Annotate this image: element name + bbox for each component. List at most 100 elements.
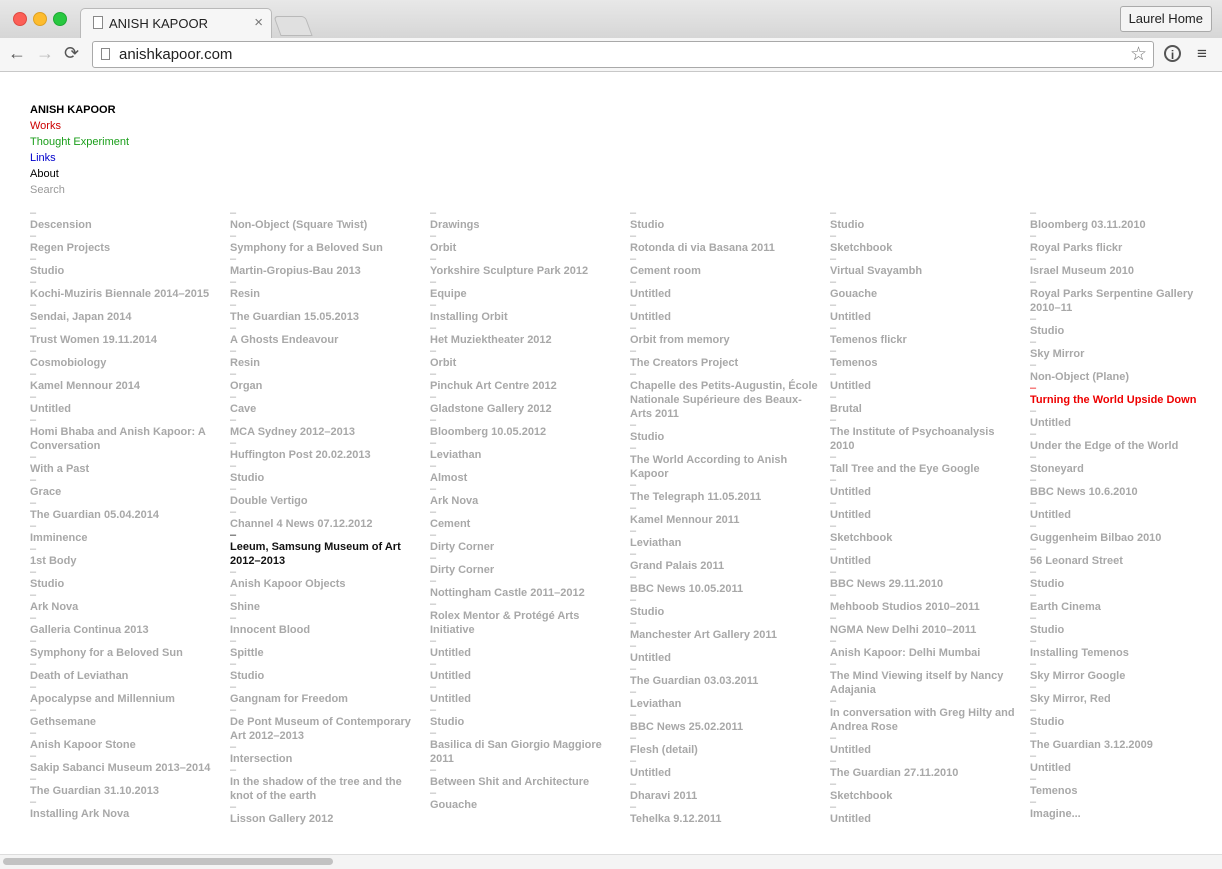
work-link[interactable]: Rolex Mentor & Protégé Arts Initiative bbox=[430, 609, 620, 637]
work-link[interactable]: Untitled bbox=[630, 766, 820, 780]
work-entry[interactable]: – Death of Leviathan bbox=[30, 659, 220, 683]
work-link[interactable]: Temenos flickr bbox=[830, 333, 1020, 347]
work-entry[interactable]: – Studio bbox=[1030, 314, 1205, 338]
work-entry[interactable]: – Regen Projects bbox=[30, 231, 220, 255]
work-entry[interactable]: – Anish Kapoor Objects bbox=[230, 567, 420, 591]
work-entry[interactable]: – Untitled bbox=[830, 733, 1020, 757]
work-link[interactable]: Drawings bbox=[430, 218, 620, 232]
work-entry[interactable]: – Orbit bbox=[430, 231, 620, 255]
work-entry[interactable]: – Apocalypse and Millennium bbox=[30, 682, 220, 706]
work-link[interactable]: Bloomberg 10.05.2012 bbox=[430, 425, 620, 439]
work-link[interactable]: Resin bbox=[230, 356, 420, 370]
work-link[interactable]: Leviathan bbox=[430, 448, 620, 462]
work-entry[interactable]: – Resin bbox=[230, 277, 420, 301]
work-link[interactable]: Dharavi 2011 bbox=[630, 789, 820, 803]
work-link[interactable]: Anish Kapoor Stone bbox=[30, 738, 220, 752]
work-entry[interactable]: – Brutal bbox=[830, 392, 1020, 416]
forward-icon[interactable]: → bbox=[36, 43, 54, 64]
work-link[interactable]: The World According to Anish Kapoor bbox=[630, 453, 820, 481]
work-link[interactable]: NGMA New Delhi 2010–2011 bbox=[830, 623, 1020, 637]
work-link[interactable]: De Pont Museum of Contemporary Art 2012–… bbox=[230, 715, 420, 743]
work-link[interactable]: Cosmobiology bbox=[30, 356, 220, 370]
work-link[interactable]: Symphony for a Beloved Sun bbox=[230, 241, 420, 255]
work-entry[interactable]: – NGMA New Delhi 2010–2011 bbox=[830, 613, 1020, 637]
work-entry[interactable]: – Sky Mirror Google bbox=[1030, 659, 1205, 683]
work-entry[interactable]: – Grace bbox=[30, 475, 220, 499]
work-link[interactable]: Rotonda di via Basana 2011 bbox=[630, 241, 820, 255]
work-entry[interactable]: – Untitled bbox=[830, 300, 1020, 324]
work-entry[interactable]: – Anish Kapoor: Delhi Mumbai bbox=[830, 636, 1020, 660]
work-entry[interactable]: – Basilica di San Giorgio Maggiore 2011 bbox=[430, 728, 620, 766]
work-link[interactable]: Orbit from memory bbox=[630, 333, 820, 347]
work-entry[interactable]: – Non-Object (Square Twist) bbox=[230, 208, 420, 232]
work-entry[interactable]: – Pinchuk Art Centre 2012 bbox=[430, 369, 620, 393]
work-link[interactable]: Flesh (detail) bbox=[630, 743, 820, 757]
work-entry[interactable]: – Anish Kapoor Stone bbox=[30, 728, 220, 752]
work-entry[interactable]: – De Pont Museum of Contemporary Art 2012… bbox=[230, 705, 420, 743]
work-entry[interactable]: – Ark Nova bbox=[30, 590, 220, 614]
work-entry[interactable]: – Studio bbox=[630, 208, 820, 232]
work-entry[interactable]: – Dharavi 2011 bbox=[630, 779, 820, 803]
work-entry[interactable]: – Tall Tree and the Eye Google bbox=[830, 452, 1020, 476]
work-link[interactable]: Untitled bbox=[830, 508, 1020, 522]
work-link[interactable]: Studio bbox=[430, 715, 620, 729]
work-entry[interactable]: – The World According to Anish Kapoor bbox=[630, 443, 820, 481]
browser-tab[interactable]: ANISH KAPOOR × bbox=[80, 8, 272, 38]
work-link[interactable]: Ark Nova bbox=[430, 494, 620, 508]
work-entry[interactable]: – Dirty Corner bbox=[430, 530, 620, 554]
work-link[interactable]: Guggenheim Bilbao 2010 bbox=[1030, 531, 1205, 545]
info-icon[interactable]: i bbox=[1164, 45, 1181, 62]
work-link[interactable]: MCA Sydney 2012–2013 bbox=[230, 425, 420, 439]
work-link[interactable]: Organ bbox=[230, 379, 420, 393]
work-entry[interactable]: – Spittle bbox=[230, 636, 420, 660]
work-link[interactable]: Trust Women 19.11.2014 bbox=[30, 333, 220, 347]
work-entry[interactable]: – Untitled bbox=[830, 802, 1020, 826]
work-entry[interactable]: – Studio bbox=[1030, 613, 1205, 637]
work-link[interactable]: Huffington Post 20.02.2013 bbox=[230, 448, 420, 462]
work-entry[interactable]: – The Guardian 27.11.2010 bbox=[830, 756, 1020, 780]
work-link[interactable]: Studio bbox=[1030, 324, 1205, 338]
work-link[interactable]: Untitled bbox=[430, 692, 620, 706]
work-link[interactable]: In the shadow of the tree and the knot o… bbox=[230, 775, 420, 803]
work-link[interactable]: Studio bbox=[230, 669, 420, 683]
work-entry[interactable]: – Untitled bbox=[1030, 406, 1205, 430]
work-entry[interactable]: – Leviathan bbox=[630, 526, 820, 550]
work-link[interactable]: Sky Mirror bbox=[1030, 347, 1205, 361]
work-link[interactable]: Cave bbox=[230, 402, 420, 416]
work-link[interactable]: Dirty Corner bbox=[430, 563, 620, 577]
work-link[interactable]: Temenos bbox=[830, 356, 1020, 370]
work-entry[interactable]: – Nottingham Castle 2011–2012 bbox=[430, 576, 620, 600]
work-link[interactable]: Symphony for a Beloved Sun bbox=[30, 646, 220, 660]
work-entry[interactable]: – Huffington Post 20.02.2013 bbox=[230, 438, 420, 462]
work-entry[interactable]: – Cement bbox=[430, 507, 620, 531]
work-link[interactable]: The Creators Project bbox=[630, 356, 820, 370]
work-link[interactable]: Untitled bbox=[630, 287, 820, 301]
work-link[interactable]: Gethsemane bbox=[30, 715, 220, 729]
work-entry[interactable]: – Yorkshire Sculpture Park 2012 bbox=[430, 254, 620, 278]
work-link[interactable]: Manchester Art Gallery 2011 bbox=[630, 628, 820, 642]
work-link[interactable]: Brutal bbox=[830, 402, 1020, 416]
work-link[interactable]: In conversation with Greg Hilty and Andr… bbox=[830, 706, 1020, 734]
work-link[interactable]: Yorkshire Sculpture Park 2012 bbox=[430, 264, 620, 278]
work-entry[interactable]: – In conversation with Greg Hilty and And… bbox=[830, 696, 1020, 734]
work-link[interactable]: Studio bbox=[1030, 623, 1205, 637]
work-link[interactable]: Orbit bbox=[430, 356, 620, 370]
work-link[interactable]: Untitled bbox=[630, 310, 820, 324]
work-entry[interactable]: – Virtual Svayambh bbox=[830, 254, 1020, 278]
work-link[interactable]: Sketchbook bbox=[830, 241, 1020, 255]
work-entry[interactable]: – Lisson Gallery 2012 bbox=[230, 802, 420, 826]
work-entry[interactable]: – Temenos bbox=[1030, 774, 1205, 798]
work-link[interactable]: The Guardian 03.03.2011 bbox=[630, 674, 820, 688]
work-entry[interactable]: – Mehboob Studios 2010–2011 bbox=[830, 590, 1020, 614]
work-link[interactable]: Martin-Gropius-Bau 2013 bbox=[230, 264, 420, 278]
work-link[interactable]: Between Shit and Architecture bbox=[430, 775, 620, 789]
work-link[interactable]: Cement room bbox=[630, 264, 820, 278]
work-entry[interactable]: – Untitled bbox=[630, 300, 820, 324]
work-link[interactable]: Studio bbox=[1030, 715, 1205, 729]
work-entry[interactable]: – The Institute of Psychoanalysis 2010 bbox=[830, 415, 1020, 453]
work-link[interactable]: Turning the World Upside Down bbox=[1030, 393, 1205, 407]
work-link[interactable]: Untitled bbox=[830, 379, 1020, 393]
work-entry[interactable]: – In the shadow of the tree and the knot … bbox=[230, 765, 420, 803]
work-link[interactable]: Kochi-Muziris Biennale 2014–2015 bbox=[30, 287, 220, 301]
work-entry[interactable]: – Gouache bbox=[430, 788, 620, 812]
